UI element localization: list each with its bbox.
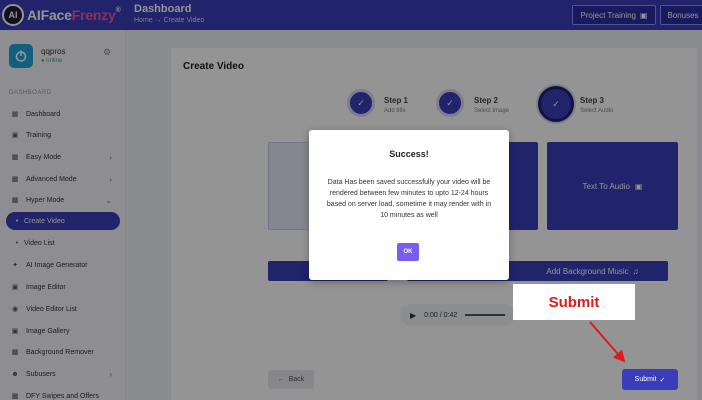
annotation-callout: Submit bbox=[513, 284, 635, 320]
success-modal: Success! Data Has been saved successfull… bbox=[309, 130, 509, 280]
submit-label: Submit bbox=[634, 376, 657, 383]
check-icon: ✓ bbox=[659, 376, 666, 384]
modal-title: Success! bbox=[389, 149, 429, 159]
ok-button[interactable]: OK bbox=[397, 243, 419, 261]
submit-button[interactable]: Submit ✓ bbox=[622, 369, 678, 390]
modal-message: Data Has been saved successfully your vi… bbox=[326, 179, 492, 219]
